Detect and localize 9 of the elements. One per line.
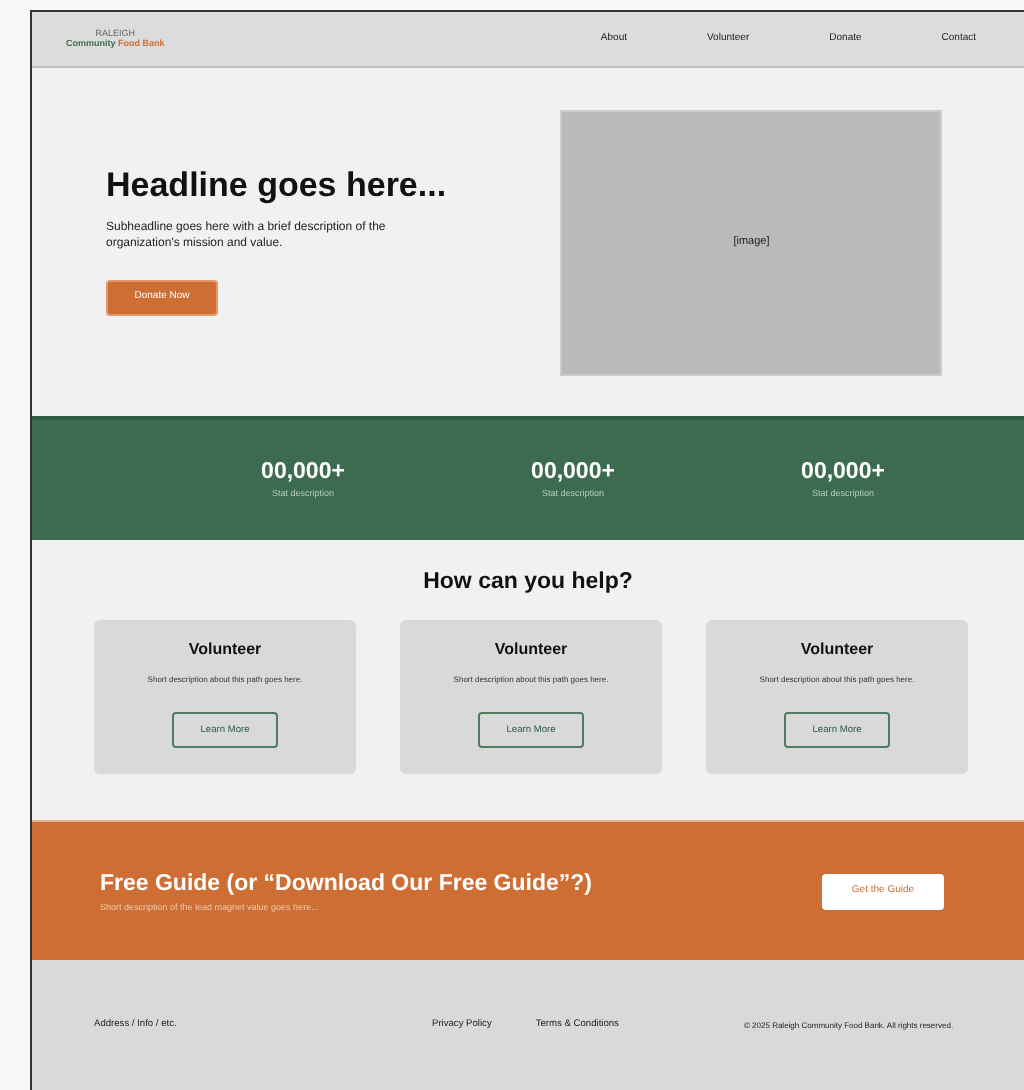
- lead-magnet-title: Free Guide (or “Download Our Free Guide”?): [100, 869, 592, 899]
- card-title: Volunteer: [800, 642, 874, 659]
- stat-value: 00,000+: [801, 461, 885, 484]
- stat-value: 00,000+: [531, 461, 615, 484]
- headline: Headline goes here...: [106, 168, 449, 202]
- stat-value: 00,000+: [261, 461, 345, 484]
- section-title: How can you help?: [423, 568, 633, 598]
- card-title: Volunteer: [494, 642, 568, 659]
- card-title: Volunteer: [188, 642, 262, 659]
